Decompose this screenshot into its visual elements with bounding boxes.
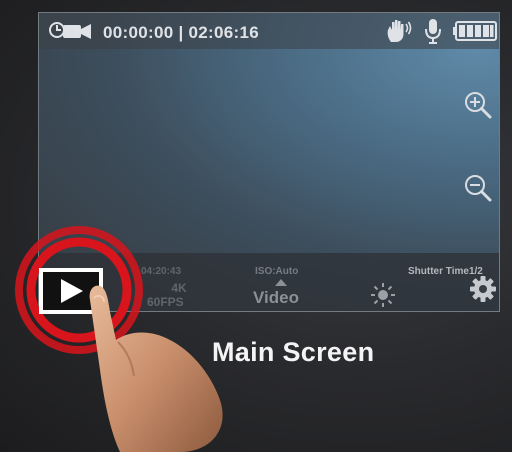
zoom-out-icon[interactable] (463, 173, 493, 203)
status-bar: 00:00:00 | 02:06:16 (39, 13, 499, 49)
zoom-in-icon[interactable] (463, 90, 493, 120)
gear-icon[interactable] (470, 276, 496, 302)
iso-label[interactable]: ISO:Auto (255, 266, 298, 277)
video-camera-timer-icon (49, 22, 91, 39)
hand-wave-icon[interactable] (385, 18, 413, 44)
main-screen-caption: Main Screen (212, 337, 375, 367)
timecode: 00:00:00 | 02:06:16 (103, 23, 260, 42)
remaining-time: 04:20:43 (141, 266, 182, 277)
battery-full-icon (453, 21, 497, 41)
microphone-icon[interactable] (425, 18, 441, 44)
brightness-icon[interactable] (370, 282, 396, 308)
mode-up-arrow-icon[interactable] (275, 279, 287, 286)
